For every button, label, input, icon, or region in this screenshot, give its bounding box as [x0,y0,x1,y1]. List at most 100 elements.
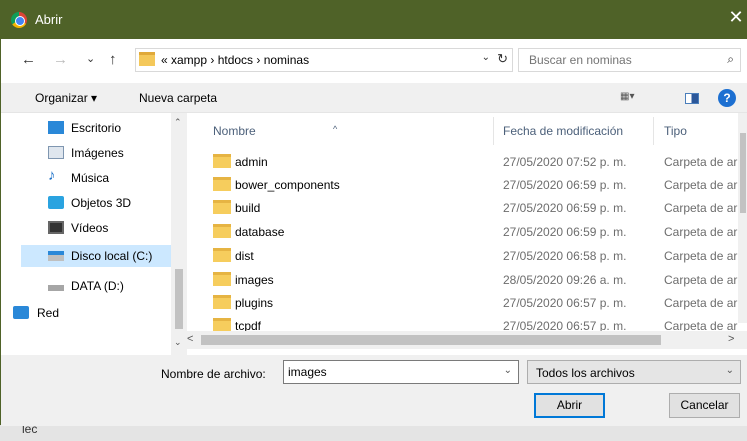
cancel-button[interactable]: Cancelar [669,393,740,418]
file-type-filter-value: Todos los archivos [536,366,635,380]
file-list: ^ Nombre Fecha de modificación Tipo admi… [187,113,747,355]
sidebar-item-videos[interactable]: Vídeos [21,217,171,239]
drive-icon [48,285,64,291]
sidebar-item-label: Vídeos [71,221,109,235]
column-divider[interactable] [653,117,654,145]
sidebar-item-label: Disco local (C:) [71,249,153,263]
file-type: Carpeta de ar [664,273,738,287]
file-list-vertical-scrollbar[interactable] [738,113,747,323]
desktop-icon [48,121,64,134]
breadcrumb[interactable]: « xampp › htdocs › nominas [161,53,309,67]
file-list-horizontal-scrollbar[interactable]: < > [187,331,747,349]
dialog-footer: Nombre de archivo: ⌄ Todos los archivos … [1,355,747,426]
scrollbar-thumb[interactable] [175,269,183,329]
sidebar-item-data-drive[interactable]: DATA (D:) [21,275,171,297]
column-header-name[interactable]: Nombre [213,124,256,138]
scrollbar-thumb[interactable] [740,133,746,213]
chrome-app-icon [11,12,27,28]
folder-icon [213,318,231,331]
sidebar-item-label: Imágenes [71,146,124,160]
music-icon: ♪ [48,167,56,184]
table-row[interactable]: build 27/05/2020 06:59 p. m. Carpeta de … [187,195,747,219]
file-date: 27/05/2020 06:58 p. m. [503,249,627,263]
file-date: 27/05/2020 06:59 p. m. [503,178,627,192]
column-header-date[interactable]: Fecha de modificación [503,124,623,138]
preview-pane-icon[interactable] [685,93,699,104]
view-options-icon[interactable]: ▦▾ [620,91,634,102]
file-type: Carpeta de ar [664,225,738,239]
sidebar-item-local-disk[interactable]: Disco local (C:) [21,245,171,267]
sidebar-item-pictures[interactable]: Imágenes [21,142,171,164]
sidebar-item-label: Música [71,171,110,185]
table-row[interactable]: plugins 27/05/2020 06:57 p. m. Carpeta d… [187,290,747,314]
column-divider[interactable] [493,117,494,145]
scroll-up-icon[interactable]: ⌃ [174,117,182,128]
chevron-down-icon[interactable]: ⌄ [504,365,512,376]
table-row[interactable]: admin 27/05/2020 07:52 p. m. Carpeta de … [187,149,747,173]
back-arrow-icon[interactable]: ← [21,51,36,68]
sidebar-item-label: Red [37,306,60,320]
file-type: Carpeta de ar [664,296,738,310]
organize-button[interactable]: Organizar ▾ [35,91,97,105]
open-button[interactable]: Abrir [534,393,605,418]
file-date: 27/05/2020 06:59 p. m. [503,225,627,239]
column-header-row: ^ Nombre Fecha de modificación Tipo [187,113,747,148]
sidebar-item-label: DATA (D:) [71,279,124,293]
chevron-down-icon[interactable]: ⌄ [726,365,734,376]
network-icon [13,306,29,319]
column-header-type[interactable]: Tipo [664,124,687,138]
table-row[interactable]: dist 27/05/2020 06:58 p. m. Carpeta de a… [187,243,747,267]
chevron-down-icon[interactable]: ⌄ [482,52,490,63]
command-bar: Organizar ▾ Nueva carpeta ▦▾ ? [1,83,747,113]
new-folder-button[interactable]: Nueva carpeta [139,91,217,105]
sidebar-scrollbar[interactable]: ⌃ ⌄ [171,113,187,355]
recent-locations-icon[interactable]: ⌄ [86,52,95,65]
refresh-icon[interactable]: ↻ [497,51,508,67]
file-date: 27/05/2020 06:57 p. m. [503,296,627,310]
sidebar-item-desktop[interactable]: Escritorio [21,117,171,139]
sidebar-item-music[interactable]: ♪ Música [21,167,171,189]
drive-icon [48,251,64,261]
sidebar-item-network[interactable]: Red [1,302,151,324]
file-name: database [235,225,285,239]
file-name: bower_components [235,178,340,192]
forward-arrow-icon[interactable]: → [53,51,68,68]
folder-icon [213,272,231,286]
folder-icon [213,248,231,262]
search-icon[interactable]: ⌕ [727,52,734,67]
file-name: admin [235,155,268,169]
scroll-left-icon[interactable]: < [187,333,193,345]
filename-label: Nombre de archivo: [161,367,266,381]
help-icon[interactable]: ? [718,89,736,107]
filename-combobox[interactable]: ⌄ [283,360,519,384]
sidebar-item-label: Escritorio [71,121,122,135]
folder-icon [213,295,231,309]
close-icon[interactable]: ✕ [726,7,746,28]
pictures-icon [48,146,64,159]
scroll-down-icon[interactable]: ⌄ [174,337,182,348]
search-input[interactable] [529,50,709,70]
filename-field[interactable] [288,362,488,382]
address-box[interactable]: « xampp › htdocs › nominas ⌄ ↻ [135,48,513,72]
title-bar[interactable]: Abrir ✕ [1,1,746,39]
folder-icon [213,200,231,214]
table-row[interactable]: tcpdf 27/05/2020 06:57 p. m. Carpeta de … [187,313,747,331]
up-arrow-icon[interactable]: ↑ [109,51,117,68]
search-box[interactable]: ⌕ [518,48,741,72]
file-date: 27/05/2020 06:59 p. m. [503,201,627,215]
videos-icon [48,221,64,234]
file-type: Carpeta de ar [664,201,738,215]
file-name: plugins [235,296,274,310]
address-bar-row: ← → ⌄ ↑ « xampp › htdocs › nominas ⌄ ↻ ⌕ [1,39,747,83]
sidebar-item-3d-objects[interactable]: Objetos 3D [21,192,171,214]
table-row[interactable]: bower_components 27/05/2020 06:59 p. m. … [187,172,747,196]
file-name: tcpdf [235,319,262,331]
scrollbar-thumb[interactable] [201,335,661,345]
file-type: Carpeta de ar [664,319,738,331]
table-row[interactable]: images 28/05/2020 09:26 a. m. Carpeta de… [187,267,747,291]
file-type-filter[interactable]: Todos los archivos ⌄ [527,360,741,384]
table-row[interactable]: database 27/05/2020 06:59 p. m. Carpeta … [187,219,747,243]
scroll-right-icon[interactable]: > [728,333,734,345]
sidebar-item-label: Objetos 3D [71,196,132,210]
file-date: 27/05/2020 06:57 p. m. [503,319,627,331]
